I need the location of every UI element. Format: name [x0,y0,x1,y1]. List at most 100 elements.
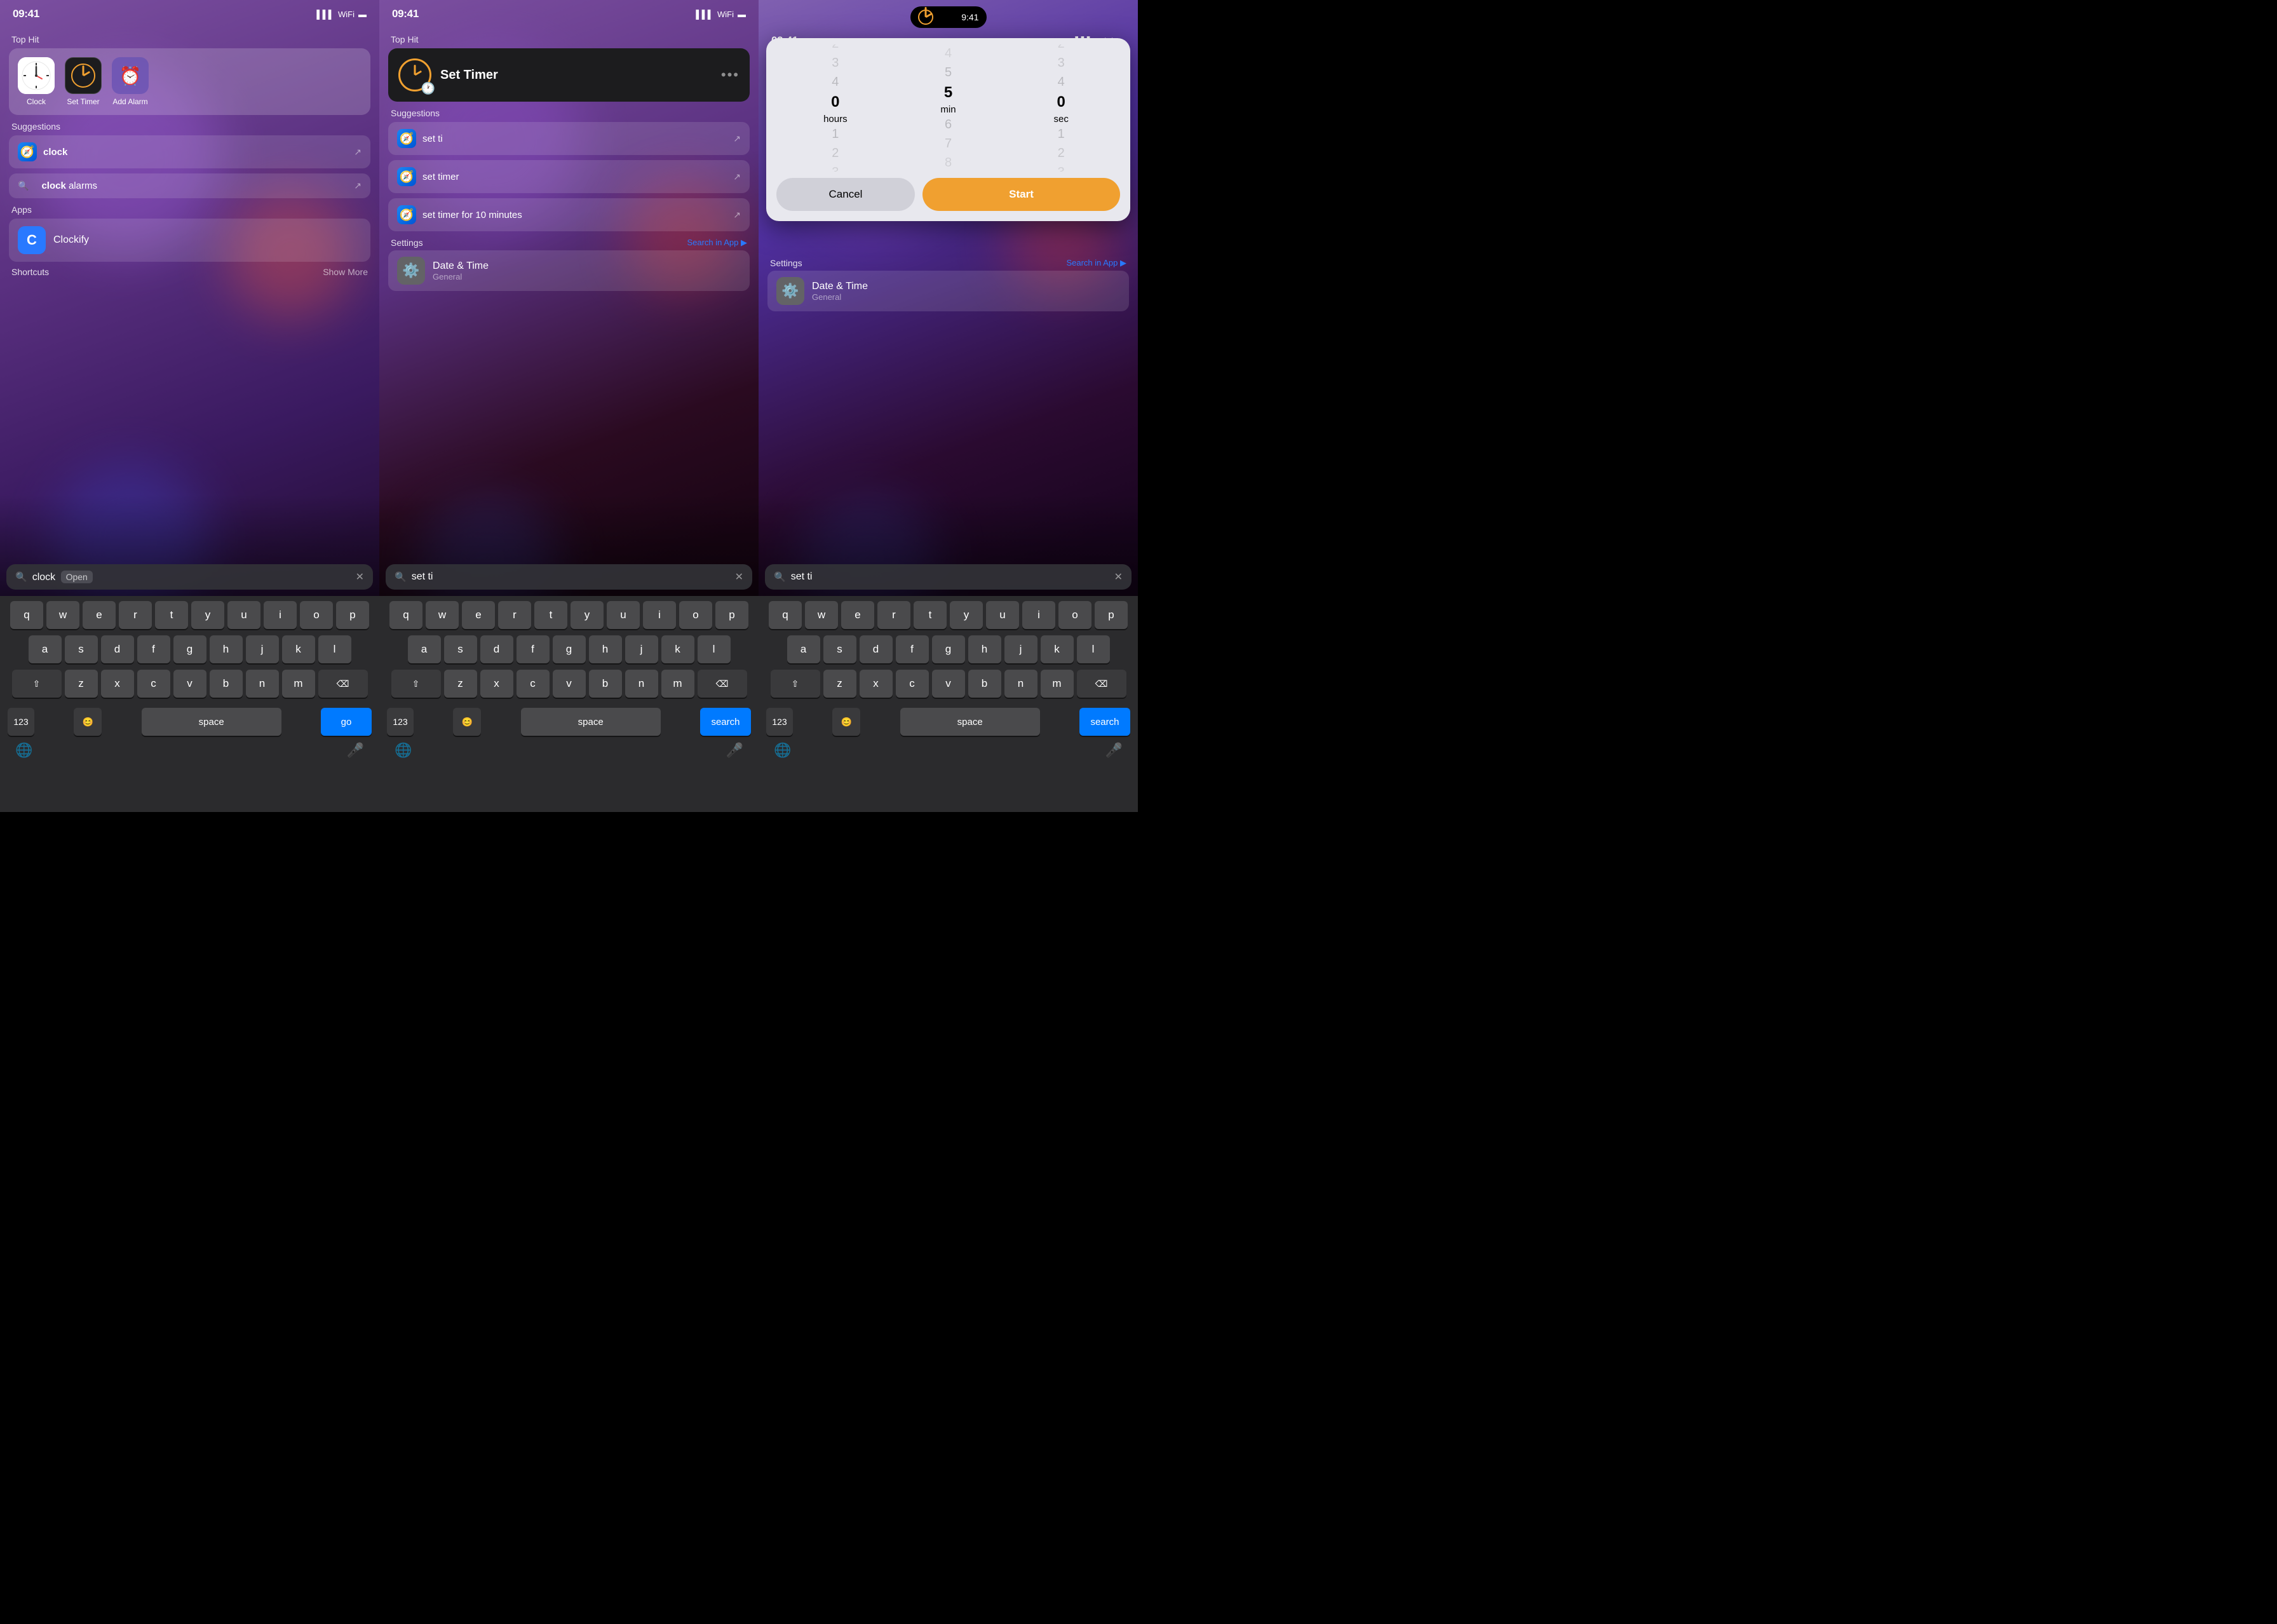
key3-l[interactable]: l [1077,635,1110,663]
key3-z[interactable]: z [823,670,856,698]
settings-row-2[interactable]: ⚙️ Date & Time General [388,250,750,291]
globe-icon-2[interactable]: 🌐 [395,742,412,759]
key2-s[interactable]: s [444,635,477,663]
search-suggestion-row[interactable]: 🔍 clock alarms ↗ [9,173,370,198]
key3-n[interactable]: n [1004,670,1037,698]
top-hit-clock[interactable]: Clock [18,57,55,106]
key2-i[interactable]: i [643,601,676,629]
key-d[interactable]: d [101,635,134,663]
key-e[interactable]: e [83,601,116,629]
key3-123[interactable]: 123 [766,708,793,736]
key2-j[interactable]: j [625,635,658,663]
key2-v[interactable]: v [553,670,586,698]
key2-d[interactable]: d [480,635,513,663]
timer-start-btn[interactable]: Start [922,178,1120,211]
key2-x[interactable]: x [480,670,513,698]
key3-y[interactable]: y [950,601,983,629]
key3-w[interactable]: w [805,601,838,629]
key2-n[interactable]: n [625,670,658,698]
key3-shift[interactable]: ⇧ [771,670,820,698]
key-n[interactable]: n [246,670,279,698]
more-dots[interactable]: ••• [721,67,740,83]
key-p[interactable]: p [336,601,369,629]
key3-p[interactable]: p [1095,601,1128,629]
key-emoji-1[interactable]: 😊 [74,708,102,736]
key-i[interactable]: i [264,601,297,629]
key2-l[interactable]: l [698,635,731,663]
key2-t[interactable]: t [534,601,567,629]
suggestion-row-clock[interactable]: 🧭 clock ↗ [9,135,370,168]
picker-sec[interactable]: 2 3 4 0 sec 1 2 3 [1004,44,1118,172]
key-k[interactable]: k [282,635,315,663]
key2-u[interactable]: u [607,601,640,629]
key3-h[interactable]: h [968,635,1001,663]
key-x[interactable]: x [101,670,134,698]
key2-r[interactable]: r [498,601,531,629]
key-q[interactable]: q [10,601,43,629]
key-u[interactable]: u [227,601,260,629]
key3-s[interactable]: s [823,635,856,663]
key3-m[interactable]: m [1041,670,1074,698]
timer-picker[interactable]: 2 3 4 0 hours 1 2 3 4 5 5 min 6 7 8 2 [766,44,1130,172]
key2-k[interactable]: k [661,635,694,663]
key3-b[interactable]: b [968,670,1001,698]
search-bar-3[interactable]: 🔍 set ti ✕ [765,564,1132,590]
key2-q[interactable]: q [389,601,422,629]
key2-p[interactable]: p [715,601,748,629]
key3-j[interactable]: j [1004,635,1037,663]
top-hit-alarm[interactable]: ⏰ Add Alarm [112,57,149,106]
search-bar-1[interactable]: 🔍 clock Open ✕ [6,564,373,590]
key2-123[interactable]: 123 [387,708,414,736]
key3-k[interactable]: k [1041,635,1074,663]
mic-icon-1[interactable]: 🎤 [347,742,364,759]
apps-row-clockify[interactable]: C Clockify [9,219,370,262]
key2-w[interactable]: w [426,601,459,629]
key-v[interactable]: v [173,670,206,698]
key-space-1[interactable]: space [142,708,281,736]
key-t[interactable]: t [155,601,188,629]
key3-x[interactable]: x [860,670,893,698]
suggestion-setti[interactable]: 🧭 set ti ↗ [388,122,750,155]
globe-icon-1[interactable]: 🌐 [15,742,32,759]
key2-c[interactable]: c [517,670,550,698]
key-shift[interactable]: ⇧ [12,670,62,698]
key-y[interactable]: y [191,601,224,629]
key2-z[interactable]: z [444,670,477,698]
key2-f[interactable]: f [517,635,550,663]
key2-o[interactable]: o [679,601,712,629]
search-in-app-2[interactable]: Search in App ▶ [687,238,747,248]
key2-b[interactable]: b [589,670,622,698]
key-c[interactable]: c [137,670,170,698]
key3-c[interactable]: c [896,670,929,698]
timer-cancel-btn[interactable]: Cancel [776,178,915,211]
search-bar-2[interactable]: 🔍 set ti ✕ [386,564,752,590]
key-o[interactable]: o [300,601,333,629]
search-clear-3[interactable]: ✕ [1114,571,1123,583]
key2-h[interactable]: h [589,635,622,663]
dynamic-island[interactable]: 9:41 [910,6,987,28]
key-123-1[interactable]: 123 [8,708,34,736]
key3-t[interactable]: t [914,601,947,629]
key-f[interactable]: f [137,635,170,663]
key3-f[interactable]: f [896,635,929,663]
key-h[interactable]: h [210,635,243,663]
key2-search[interactable]: search [700,708,751,736]
key3-d[interactable]: d [860,635,893,663]
key3-emoji[interactable]: 😊 [832,708,860,736]
key2-g[interactable]: g [553,635,586,663]
key3-e[interactable]: e [841,601,874,629]
key2-m[interactable]: m [661,670,694,698]
globe-icon-3[interactable]: 🌐 [774,742,791,759]
top-hit-dark-card[interactable]: 🕐 Set Timer ••• [388,48,750,102]
picker-hours[interactable]: 2 3 4 0 hours 1 2 3 [779,44,892,172]
search-in-app-3[interactable]: Search in App ▶ [1066,258,1126,268]
key-m[interactable]: m [282,670,315,698]
key3-q[interactable]: q [769,601,802,629]
key3-delete[interactable]: ⌫ [1077,670,1126,698]
key2-space[interactable]: space [521,708,661,736]
key-j[interactable]: j [246,635,279,663]
key-g[interactable]: g [173,635,206,663]
key-go[interactable]: go [321,708,372,736]
key3-v[interactable]: v [932,670,965,698]
mic-icon-3[interactable]: 🎤 [1105,742,1123,759]
